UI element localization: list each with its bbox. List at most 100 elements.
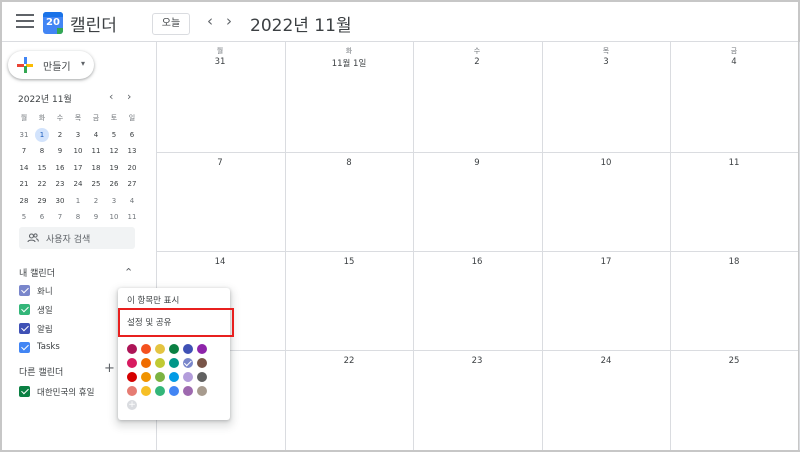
mini-day[interactable]: 10 xyxy=(69,143,87,159)
date-number[interactable]: 8 xyxy=(285,158,413,168)
date-number[interactable]: 16 xyxy=(413,257,541,267)
mini-day[interactable]: 24 xyxy=(69,176,87,192)
mini-day[interactable]: 16 xyxy=(51,160,69,176)
color-swatch[interactable] xyxy=(183,372,193,382)
calendar-checkbox[interactable] xyxy=(19,342,30,353)
mini-day[interactable]: 2 xyxy=(87,193,105,209)
mini-day[interactable]: 9 xyxy=(87,209,105,225)
mini-day[interactable]: 2 xyxy=(51,127,69,143)
mini-day[interactable]: 11 xyxy=(123,209,141,225)
mini-day[interactable]: 22 xyxy=(33,176,51,192)
mini-day[interactable]: 3 xyxy=(69,127,87,143)
mini-day[interactable]: 5 xyxy=(105,127,123,143)
mini-day[interactable]: 8 xyxy=(33,143,51,159)
mini-day[interactable]: 29 xyxy=(33,193,51,209)
color-swatch[interactable] xyxy=(141,344,151,354)
add-custom-color-icon[interactable]: + xyxy=(127,400,137,410)
date-number[interactable]: 25 xyxy=(670,356,798,366)
mini-day[interactable]: 10 xyxy=(105,209,123,225)
date-number[interactable]: 10 xyxy=(542,158,670,168)
color-swatch[interactable] xyxy=(141,386,151,396)
color-swatch[interactable] xyxy=(127,372,137,382)
add-other-calendar-icon[interactable]: + xyxy=(104,361,115,376)
mini-day[interactable]: 21 xyxy=(15,176,33,192)
color-swatch[interactable] xyxy=(155,372,165,382)
mini-day[interactable]: 23 xyxy=(51,176,69,192)
date-number[interactable]: 17 xyxy=(542,257,670,267)
mini-day[interactable]: 9 xyxy=(51,143,69,159)
mini-day[interactable]: 6 xyxy=(33,209,51,225)
date-number[interactable]: 15 xyxy=(285,257,413,267)
date-number[interactable]: 18 xyxy=(670,257,798,267)
mini-day[interactable]: 1 xyxy=(69,193,87,209)
color-swatch[interactable] xyxy=(155,386,165,396)
calendar-checkbox[interactable] xyxy=(19,285,30,296)
date-number[interactable]: 11월 1일 xyxy=(285,57,413,69)
mini-day[interactable]: 26 xyxy=(105,176,123,192)
color-swatch[interactable] xyxy=(169,372,179,382)
date-number[interactable]: 7 xyxy=(156,158,284,168)
color-swatch[interactable] xyxy=(169,358,179,368)
color-swatch[interactable] xyxy=(127,344,137,354)
date-number[interactable]: 23 xyxy=(413,356,541,366)
mini-day[interactable]: 11 xyxy=(87,143,105,159)
mini-day[interactable]: 31 xyxy=(15,127,33,143)
mini-day[interactable]: 7 xyxy=(51,209,69,225)
mini-day[interactable]: 28 xyxy=(15,193,33,209)
color-swatch[interactable] xyxy=(169,386,179,396)
date-number[interactable]: 4 xyxy=(670,57,798,67)
mini-day[interactable]: 20 xyxy=(123,160,141,176)
mini-day[interactable]: 3 xyxy=(105,193,123,209)
main-menu-icon[interactable] xyxy=(16,14,34,30)
mini-day[interactable]: 18 xyxy=(87,160,105,176)
today-button[interactable]: 오늘 xyxy=(152,13,190,35)
date-number[interactable]: 22 xyxy=(285,356,413,366)
mini-day[interactable]: 4 xyxy=(87,127,105,143)
display-this-only-item[interactable]: 이 항목만 표시 xyxy=(118,290,230,310)
prev-period-button[interactable]: ‹ xyxy=(203,12,217,30)
date-number[interactable]: 31 xyxy=(156,57,284,67)
color-swatch[interactable] xyxy=(169,344,179,354)
mini-day[interactable]: 4 xyxy=(123,193,141,209)
mini-day[interactable]: 5 xyxy=(15,209,33,225)
date-number[interactable]: 9 xyxy=(413,158,541,168)
color-swatch[interactable] xyxy=(183,386,193,396)
mini-day[interactable]: 27 xyxy=(123,176,141,192)
mini-day[interactable]: 7 xyxy=(15,143,33,159)
color-swatch[interactable] xyxy=(197,386,207,396)
calendar-checkbox[interactable] xyxy=(19,323,30,334)
color-swatch[interactable] xyxy=(197,344,207,354)
mini-day[interactable]: 14 xyxy=(15,160,33,176)
calendar-checkbox[interactable] xyxy=(19,386,30,397)
mini-day[interactable]: 19 xyxy=(105,160,123,176)
color-swatch[interactable] xyxy=(141,372,151,382)
mini-next-month-button[interactable]: › xyxy=(127,90,131,103)
date-number[interactable]: 14 xyxy=(156,257,284,267)
mini-day[interactable]: 12 xyxy=(105,143,123,159)
color-swatch[interactable] xyxy=(183,344,193,354)
color-swatch[interactable] xyxy=(127,358,137,368)
create-button[interactable]: 만들기 ▾ xyxy=(8,51,94,79)
next-period-button[interactable]: › xyxy=(222,12,236,30)
date-number[interactable]: 11 xyxy=(670,158,798,168)
mini-day[interactable]: 25 xyxy=(87,176,105,192)
collapse-my-calendars-icon[interactable]: ⌃ xyxy=(124,266,133,279)
color-swatch[interactable] xyxy=(183,358,193,368)
color-swatch[interactable] xyxy=(141,358,151,368)
mini-prev-month-button[interactable]: ‹ xyxy=(109,90,113,103)
date-number[interactable]: 24 xyxy=(542,356,670,366)
mini-day[interactable]: 13 xyxy=(123,143,141,159)
date-number[interactable]: 3 xyxy=(542,57,670,67)
mini-day[interactable]: 15 xyxy=(33,160,51,176)
mini-day[interactable]: 6 xyxy=(123,127,141,143)
color-swatch[interactable] xyxy=(197,358,207,368)
color-swatch[interactable] xyxy=(155,344,165,354)
people-search-input[interactable]: 사용자 검색 xyxy=(19,227,135,249)
color-swatch[interactable] xyxy=(127,386,137,396)
mini-day[interactable]: 1 xyxy=(33,127,51,143)
mini-day[interactable]: 30 xyxy=(51,193,69,209)
color-swatch[interactable] xyxy=(197,372,207,382)
calendar-checkbox[interactable] xyxy=(19,304,30,315)
mini-day[interactable]: 17 xyxy=(69,160,87,176)
color-swatch[interactable] xyxy=(155,358,165,368)
